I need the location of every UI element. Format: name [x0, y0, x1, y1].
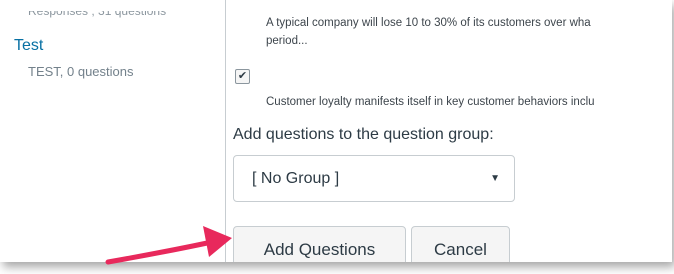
- cancel-button[interactable]: Cancel: [411, 226, 510, 262]
- question-list: A typical company will lose 10 to 30% of…: [226, 0, 672, 262]
- question-group-select-value: [ No Group ]: [252, 170, 340, 187]
- sidebar-item-subtitle: TEST, 0 questions: [28, 64, 134, 79]
- question-group-sidebar: Responses , 31 questions Test TEST, 0 qu…: [0, 0, 226, 262]
- question-group-select[interactable]: [ No Group ] ▼: [233, 155, 515, 202]
- add-questions-button[interactable]: Add Questions: [233, 226, 406, 262]
- sidebar-item-subtitle: Responses , 31 questions: [28, 4, 167, 18]
- question-text: period...: [266, 35, 308, 47]
- sidebar-item-test[interactable]: Test: [14, 37, 43, 55]
- question-checkbox[interactable]: ✔: [235, 69, 250, 84]
- question-text: Customer loyalty manifests itself in key…: [266, 96, 595, 108]
- question-text: A typical company will lose 10 to 30% of…: [266, 17, 591, 29]
- question-group-label: Add questions to the question group:: [233, 126, 494, 143]
- question-bank-dialog: Responses , 31 questions Test TEST, 0 qu…: [0, 0, 672, 262]
- caret-down-icon: ▼: [490, 173, 500, 184]
- checkmark-icon: ✔: [237, 70, 248, 82]
